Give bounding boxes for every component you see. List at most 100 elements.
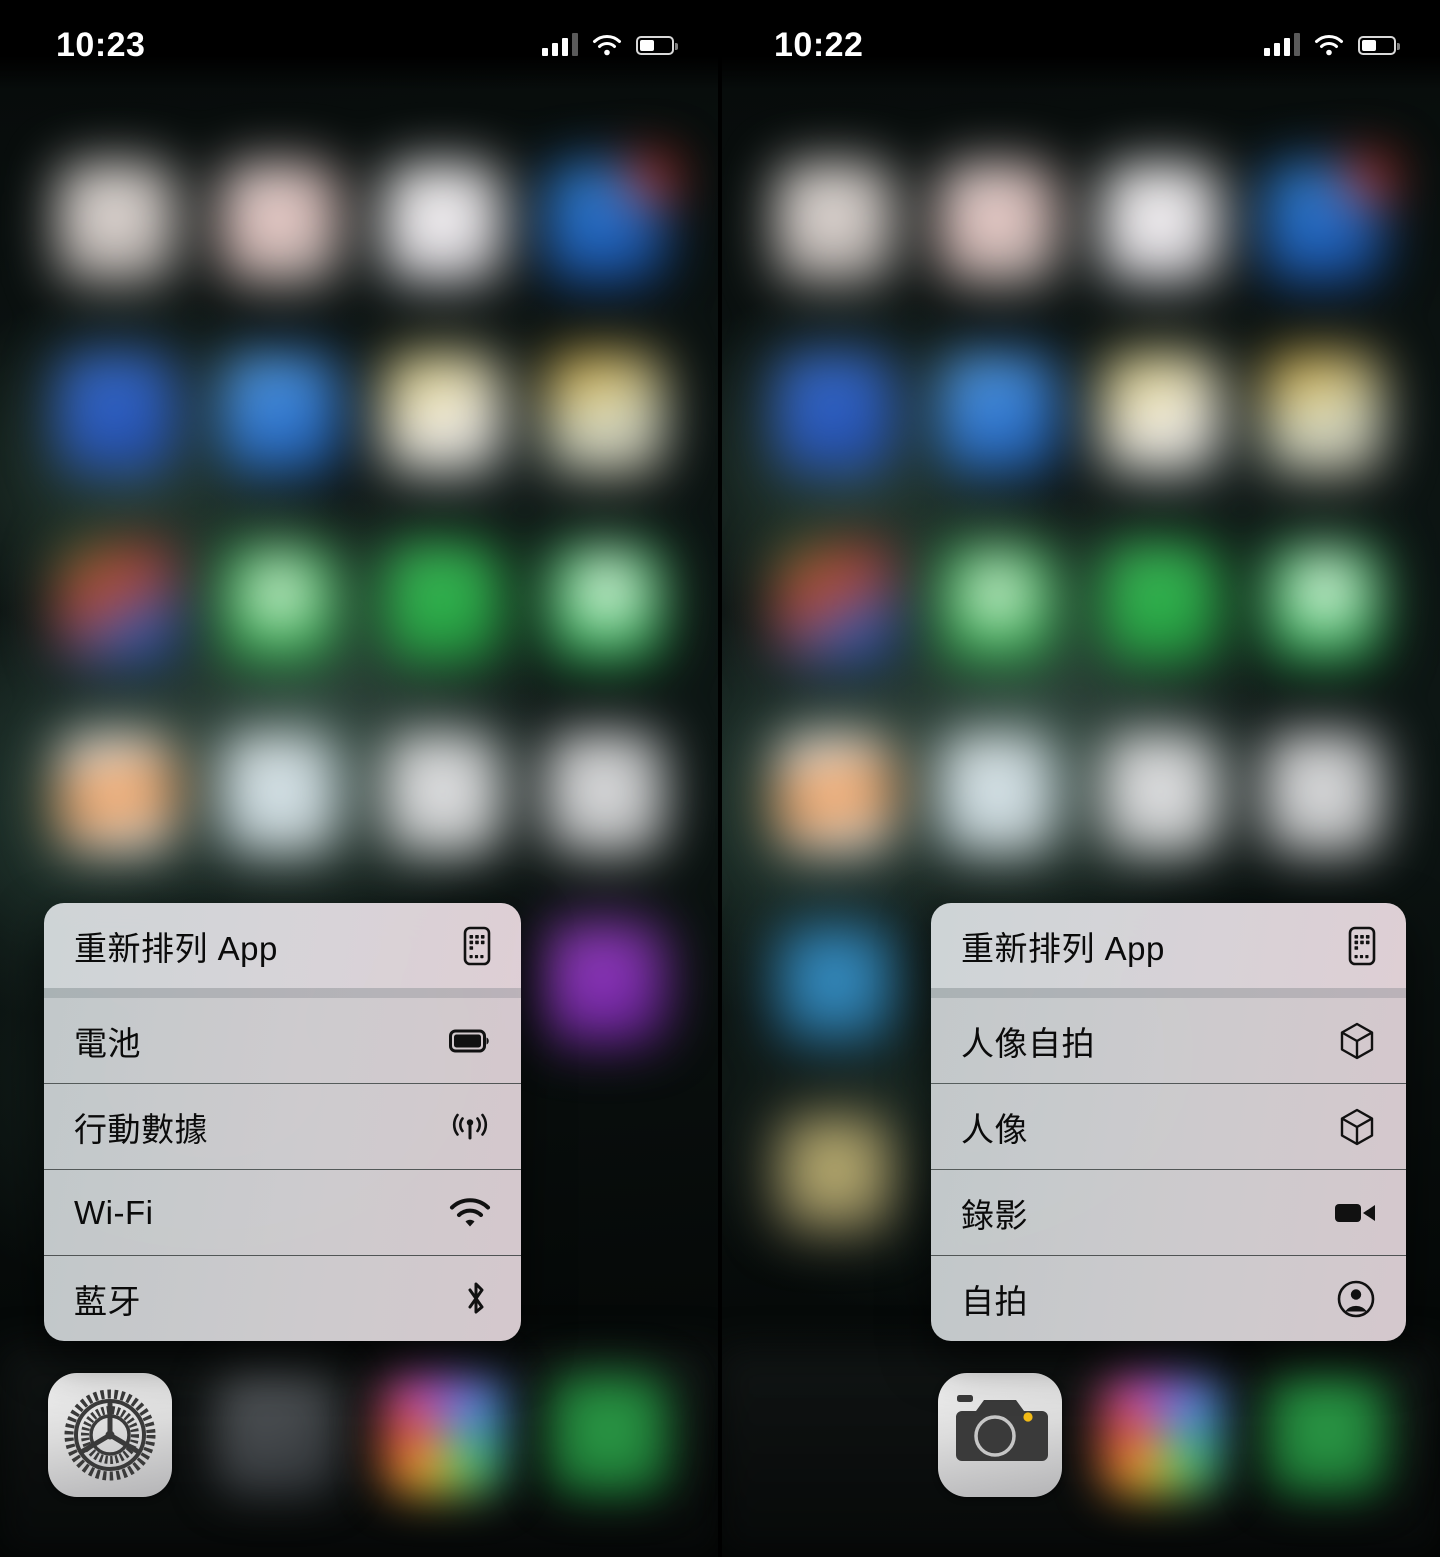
home-app-icon (776, 164, 894, 282)
screenshot-comparison: 10:23 重新排列 App 電池 行動數據 Wi-Fi 藍牙 10:22 重新… (0, 0, 1440, 1557)
status-clock: 10:22 (774, 25, 864, 64)
rearrange-apps-icon (1334, 926, 1376, 966)
wifi-icon (593, 34, 621, 56)
cube-icon (1334, 1107, 1376, 1147)
context-menu-right[interactable]: 重新排列 App 人像自拍 人像 錄影 自拍 (931, 903, 1406, 1341)
home-app-icon (939, 354, 1057, 472)
context-menu-header-rearrange[interactable]: 重新排列 App (44, 903, 521, 988)
home-app-icon (776, 544, 894, 662)
context-menu-left[interactable]: 重新排列 App 電池 行動數據 Wi-Fi 藍牙 (44, 903, 521, 1341)
panel-divider (718, 0, 722, 1557)
home-app-icon (546, 156, 674, 282)
dock-blurred-app[interactable] (216, 1373, 338, 1495)
context-menu-item-label: 藍牙 (74, 1282, 141, 1320)
battery-icon (1358, 35, 1400, 55)
settings-gear-icon (64, 1389, 156, 1481)
home-app-icon (384, 354, 502, 472)
battery-icon (449, 1028, 491, 1054)
context-menu-item-battery[interactable]: 電池 (44, 998, 521, 1083)
home-app-icon (1102, 354, 1220, 472)
icon-row-3 (718, 530, 1440, 720)
cellular-signal-icon (542, 33, 578, 56)
home-app-icon (1264, 156, 1392, 282)
home-app-icon (939, 734, 1057, 852)
context-menu-item-label: 電池 (74, 1024, 141, 1062)
menu-section-separator (931, 988, 1406, 998)
rearrange-apps-icon (449, 926, 491, 966)
home-app-icon (546, 354, 664, 472)
home-app-icon (546, 924, 664, 1042)
context-menu-item-label: 重新排列 App (961, 929, 1165, 967)
video-camera-icon (1334, 1200, 1376, 1226)
home-app-icon (384, 164, 502, 282)
home-app-icon (58, 544, 176, 662)
dock-right (718, 1347, 1440, 1557)
person-circle-icon (1334, 1279, 1376, 1319)
context-menu-item-bluetooth[interactable]: 藍牙 (44, 1256, 521, 1341)
home-app-icon (776, 354, 894, 472)
context-menu-item-label: 重新排列 App (74, 929, 278, 967)
notification-badge (628, 156, 674, 202)
icon-row-2 (0, 340, 718, 530)
context-menu-item-label: 行動數據 (74, 1110, 208, 1148)
context-menu-item-wifi[interactable]: Wi-Fi (44, 1170, 521, 1255)
camera-icon (956, 1395, 1048, 1461)
context-menu-item-label: 人像 (961, 1110, 1028, 1148)
home-app-icon (384, 544, 502, 662)
status-indicators (542, 33, 678, 56)
home-app-icon (1102, 544, 1220, 662)
icon-row-4 (0, 720, 718, 910)
dock-blurred-app[interactable] (1266, 1373, 1388, 1495)
icon-row-3 (0, 530, 718, 720)
context-menu-item-label: 自拍 (961, 1282, 1028, 1320)
home-app-icon (776, 1114, 894, 1232)
home-app-icon (546, 544, 664, 662)
battery-icon (636, 35, 678, 55)
home-app-icon (384, 734, 502, 852)
home-app-icon (58, 164, 176, 282)
dock-left (0, 1347, 718, 1557)
wifi-icon (1315, 34, 1343, 56)
icon-row-2 (718, 340, 1440, 530)
context-menu-item-portrait-selfie[interactable]: 人像自拍 (931, 998, 1406, 1083)
home-app-icon (1102, 164, 1220, 282)
status-bar-left: 10:23 (0, 0, 718, 90)
phone-screenshot-right: 10:22 重新排列 App 人像自拍 人像 錄影 自拍 (718, 0, 1440, 1557)
home-app-icon (58, 734, 176, 852)
dock-camera-app[interactable] (938, 1373, 1062, 1497)
context-menu-item-portrait[interactable]: 人像 (931, 1084, 1406, 1169)
cube-icon (1334, 1021, 1376, 1061)
status-bar-right: 10:22 (718, 0, 1440, 90)
home-app-icon (546, 734, 664, 852)
home-app-icon (1264, 544, 1382, 662)
context-menu-item-label: Wi-Fi (74, 1193, 154, 1231)
notification-badge (1346, 156, 1392, 202)
home-app-icon (221, 164, 339, 282)
menu-section-separator (44, 988, 521, 998)
home-app-icon (221, 354, 339, 472)
dock-blurred-app[interactable] (1100, 1373, 1222, 1495)
context-menu-header-rearrange[interactable]: 重新排列 App (931, 903, 1406, 988)
context-menu-item-label: 錄影 (961, 1196, 1028, 1234)
home-app-icon (1264, 734, 1382, 852)
dock-settings-app[interactable] (48, 1373, 172, 1497)
home-app-icon (939, 164, 1057, 282)
home-app-icon (939, 544, 1057, 662)
home-app-icon (1102, 734, 1220, 852)
context-menu-item-cellular[interactable]: 行動數據 (44, 1084, 521, 1169)
wifi-icon (449, 1197, 491, 1228)
cellular-data-icon (449, 1111, 491, 1143)
icon-row-1 (0, 150, 718, 340)
home-app-icon (221, 734, 339, 852)
bluetooth-icon (449, 1279, 491, 1319)
status-indicators (1264, 33, 1400, 56)
context-menu-item-label: 人像自拍 (961, 1024, 1095, 1062)
context-menu-item-video[interactable]: 錄影 (931, 1170, 1406, 1255)
home-app-icon (776, 734, 894, 852)
dock-blurred-app[interactable] (548, 1373, 670, 1495)
status-clock: 10:23 (56, 25, 146, 64)
home-app-icon (58, 354, 176, 472)
dock-blurred-app[interactable] (382, 1373, 504, 1495)
cellular-signal-icon (1264, 33, 1300, 56)
context-menu-item-selfie[interactable]: 自拍 (931, 1256, 1406, 1341)
